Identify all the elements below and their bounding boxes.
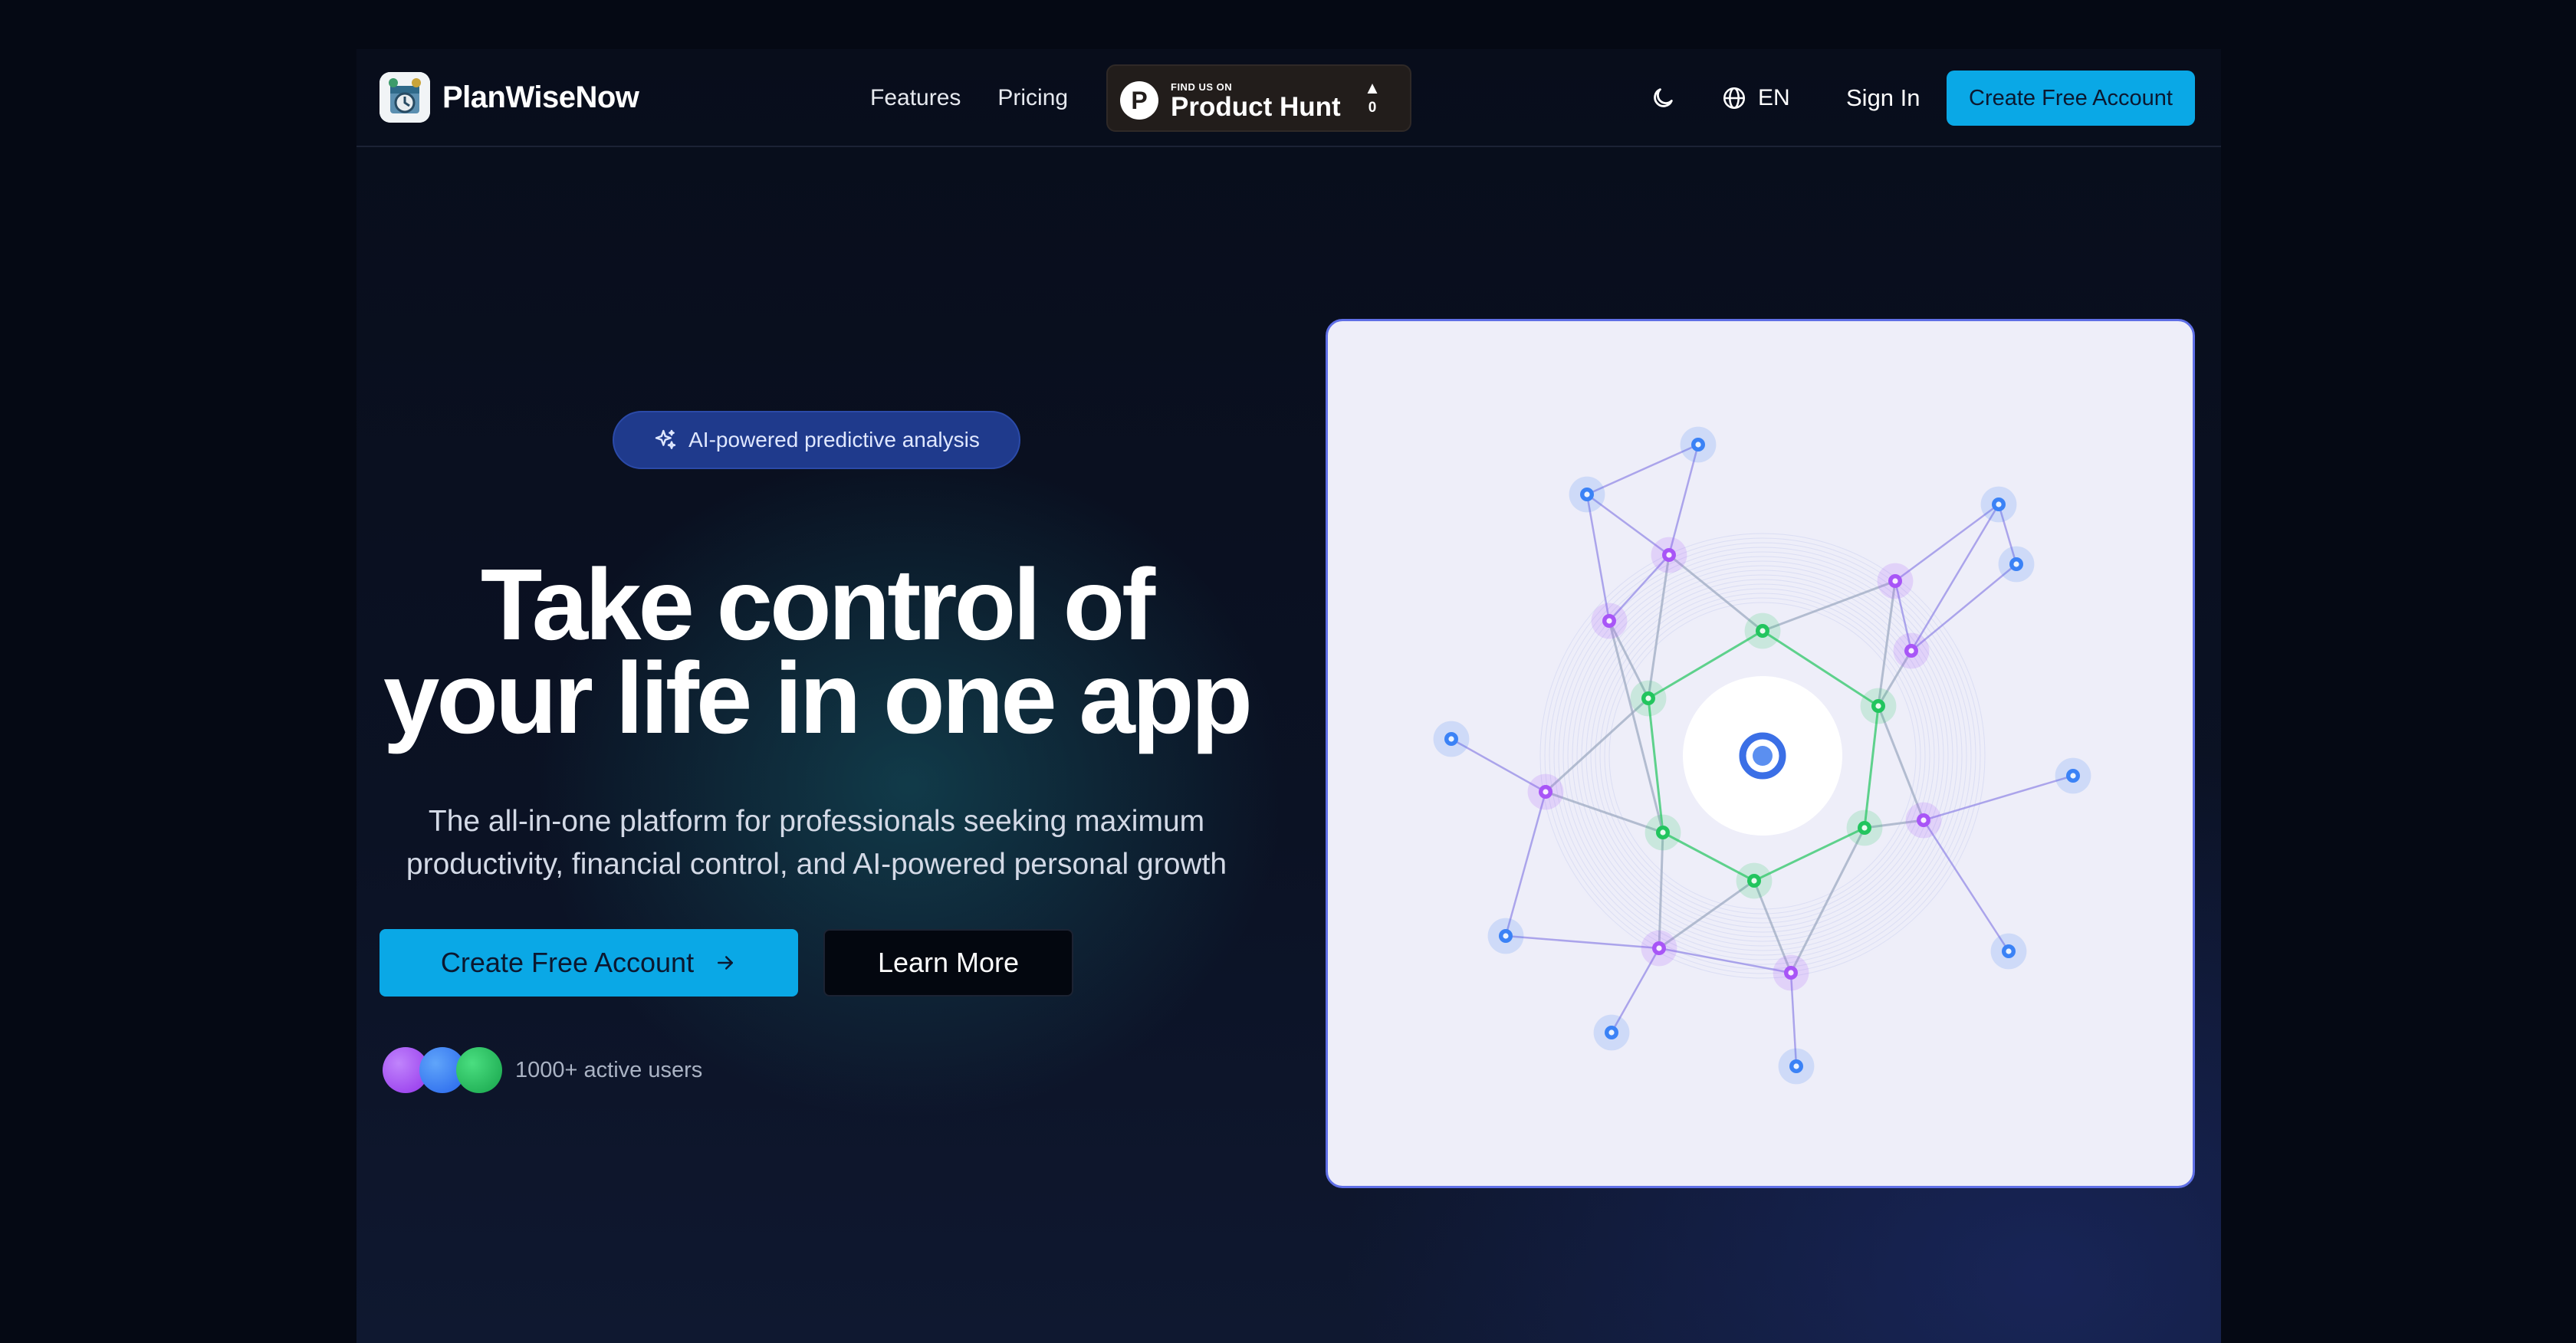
sign-in-link[interactable]: Sign In	[1846, 77, 1921, 120]
brand-name: PlanWiseNow	[442, 80, 639, 114]
network-node-purple-center	[1908, 648, 1914, 654]
network-node-purple-center	[1666, 552, 1672, 558]
product-hunt-logo-icon: P	[1120, 81, 1158, 120]
network-edge	[1789, 827, 1866, 974]
upvote-count: 0	[1368, 100, 1377, 116]
network-edge	[1911, 563, 2017, 652]
product-hunt-votes: ▲ 0	[1361, 78, 1384, 118]
network-node-green-center	[1751, 878, 1757, 884]
page-frame: PlanWiseNow Features Pricing P FIND US O…	[356, 49, 2221, 1343]
network-node-blue-center	[1448, 736, 1454, 742]
network-node-green-center	[1660, 829, 1666, 836]
network-edge	[1922, 819, 2010, 952]
brand-logo-icon	[380, 72, 430, 123]
language-selector[interactable]: EN	[1721, 77, 1790, 120]
network-node-blue-center	[2006, 948, 2012, 954]
network-node-blue-center	[1793, 1063, 1799, 1069]
network-edge	[1894, 503, 1999, 583]
network-node-blue-center	[1503, 933, 1509, 939]
network-node-green-center	[1861, 825, 1868, 831]
network-node-blue-center	[1996, 501, 2002, 507]
create-account-header-button[interactable]: Create Free Account	[1947, 71, 2195, 126]
network-node-blue-center	[1584, 491, 1590, 497]
avatar	[456, 1047, 502, 1093]
arrow-right-icon	[718, 956, 734, 970]
learn-more-button[interactable]: Learn More	[823, 929, 1073, 997]
product-hunt-label: Product Hunt	[1171, 92, 1341, 122]
network-edge	[1647, 554, 1671, 699]
network-edge	[1910, 504, 2000, 652]
network-node-purple-center	[1606, 618, 1612, 624]
network-edge	[1585, 494, 1611, 622]
hero-title: Take control of your life in one app	[356, 554, 1276, 749]
moon-icon	[1654, 88, 1673, 107]
hero-title-line-2: your life in one app	[383, 642, 1253, 754]
network-edge	[1762, 580, 1896, 632]
network-node-purple-center	[1788, 970, 1794, 976]
user-avatars	[383, 1047, 505, 1093]
network-node-green-center	[1645, 695, 1651, 701]
upvote-arrow-icon: ▲	[1364, 78, 1381, 97]
core-node-center	[1753, 746, 1773, 766]
network-edge	[1863, 705, 1880, 829]
network-node-blue-center	[1695, 442, 1701, 448]
network-edge	[1504, 791, 1547, 937]
network-edge	[1753, 826, 1865, 882]
theme-toggle-button[interactable]	[1646, 81, 1680, 115]
network-edge	[1505, 934, 1660, 950]
network-node-purple-center	[1656, 945, 1662, 951]
create-account-hero-label: Create Free Account	[440, 947, 695, 978]
top-navigation-bar: PlanWiseNow Features Pricing P FIND US O…	[356, 49, 2221, 147]
product-hunt-small-label: FIND US ON	[1171, 81, 1233, 93]
active-users-count: 1000+ active users	[515, 1058, 703, 1082]
network-visualization-card	[1326, 319, 2195, 1188]
ai-feature-pill: AI-powered predictive analysis	[613, 411, 1020, 469]
network-node-blue-center	[1608, 1029, 1615, 1036]
language-label: EN	[1758, 85, 1790, 110]
network-node-green-center	[1760, 628, 1766, 634]
sparkles-icon	[655, 429, 676, 449]
network-graph	[1433, 426, 2091, 1085]
network-node-blue-center	[2013, 561, 2019, 567]
brand[interactable]: PlanWiseNow	[380, 72, 639, 123]
create-account-hero-button[interactable]: Create Free Account	[380, 929, 798, 997]
globe-icon	[1723, 87, 1746, 110]
nav-link-pricing[interactable]: Pricing	[997, 85, 1068, 111]
product-hunt-badge[interactable]: P FIND US ON Product Hunt ▲ 0	[1106, 64, 1411, 132]
network-node-purple-center	[1892, 578, 1898, 584]
network-node-purple-center	[1921, 817, 1927, 823]
network-node-purple-center	[1543, 789, 1549, 795]
ai-feature-pill-label: AI-powered predictive analysis	[688, 428, 980, 451]
network-edge	[1586, 443, 1699, 496]
network-node-green-center	[1875, 703, 1881, 709]
nav-link-features[interactable]: Features	[870, 85, 961, 111]
network-edge	[1545, 790, 1664, 834]
network-edge	[1647, 698, 1664, 833]
main-nav: Features Pricing	[870, 49, 1068, 147]
network-node-blue-center	[2070, 773, 2076, 779]
hero-subtitle: The all-in-one platform for professional…	[406, 805, 1227, 881]
